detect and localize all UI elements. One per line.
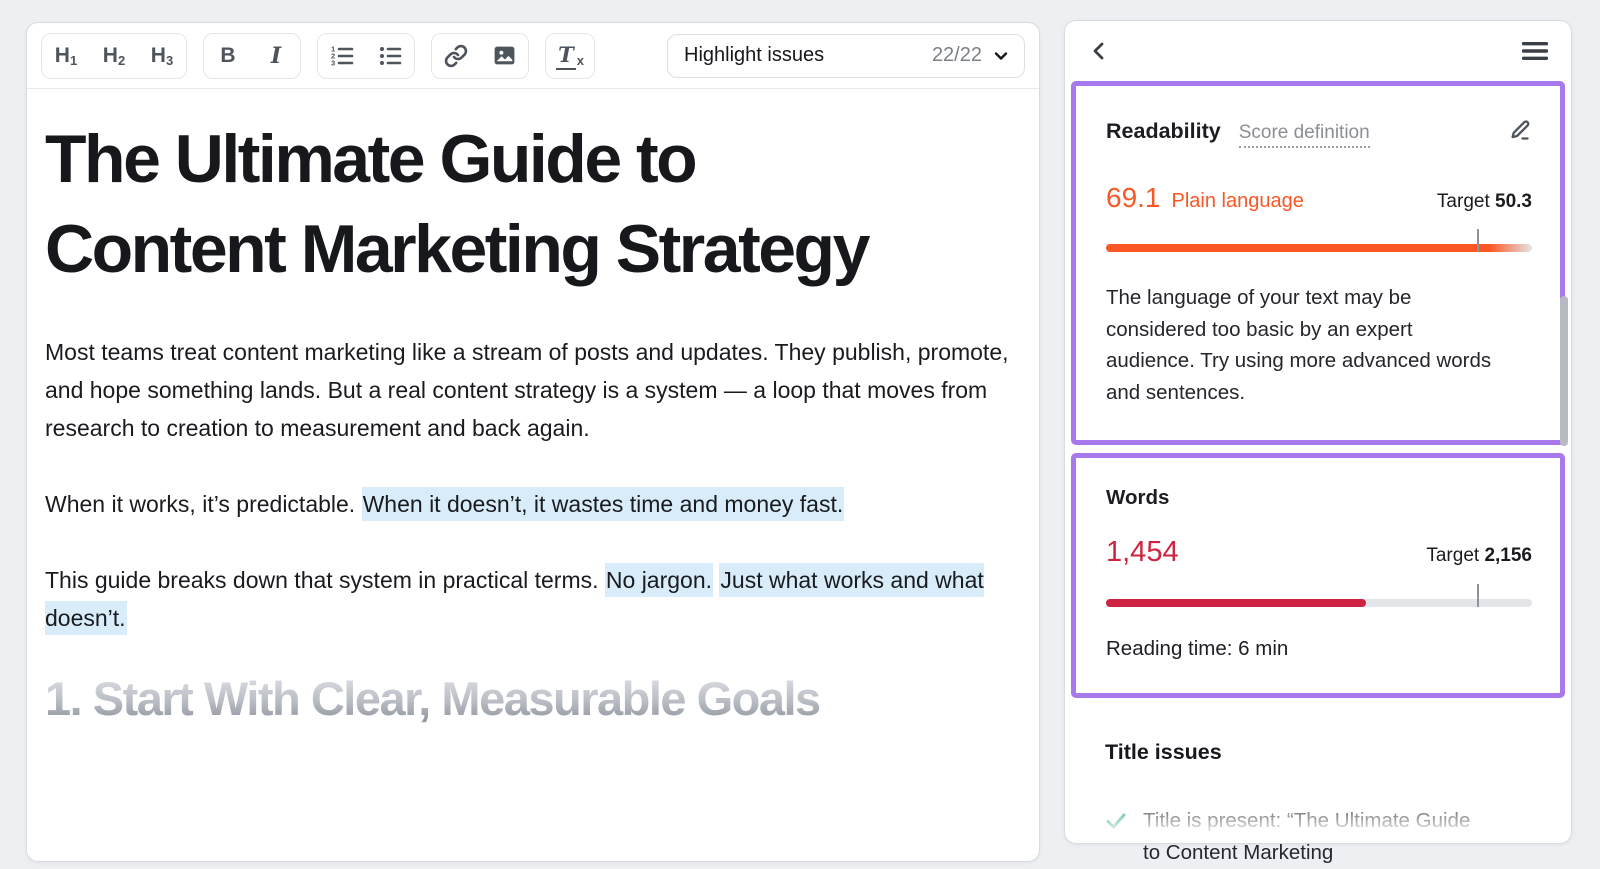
bold-button[interactable]: B <box>204 33 252 78</box>
score-definition-link[interactable]: Score definition <box>1238 122 1370 148</box>
clear-formatting-sub: x <box>576 53 584 68</box>
ordered-list-icon: 123 <box>331 44 354 67</box>
doc-paragraphs: Most teams treat content marketing like … <box>45 333 1021 637</box>
assistant-panel: Readability Score definition 69.1 Plain … <box>1064 20 1572 864</box>
readability-score-label: Plain language <box>1171 190 1304 212</box>
h2-sub: 2 <box>117 53 126 68</box>
paragraph: When it works, it’s predictable. When it… <box>45 485 1020 523</box>
target-tick <box>1476 584 1479 607</box>
title-issues-heading: Title issues <box>1105 740 1222 764</box>
panel-header <box>1065 21 1571 81</box>
editor-toolbar: H1 H2 H3 B I 123 T x Highlight issues 22… <box>27 23 1039 89</box>
document-title: The Ultimate Guide to Content Marketing … <box>45 121 870 287</box>
image-button[interactable] <box>480 33 528 78</box>
list-button-group: 123 <box>317 32 415 79</box>
insert-button-group <box>431 32 529 79</box>
menu-button[interactable] <box>1521 40 1549 62</box>
back-button[interactable] <box>1089 40 1109 62</box>
editor-card: H1 H2 H3 B I 123 T x Highlight issues 22… <box>26 22 1040 862</box>
italic-icon: I <box>270 42 282 69</box>
clear-format-group: Tx <box>545 32 595 79</box>
text-segment: Most teams treat content marketing like … <box>45 338 1009 441</box>
target-tick <box>1476 229 1479 252</box>
bold-icon: B <box>220 43 236 67</box>
words-card: Words 1,454 Target 2,156 Reading time: 6… <box>1071 453 1565 698</box>
h1-label: H <box>54 43 70 67</box>
text-segment: When it works, it’s predictable. <box>45 490 362 517</box>
heading-button-group: H1 H2 H3 <box>41 32 187 79</box>
format-button-group: B I <box>203 32 301 79</box>
bar-fill <box>1106 599 1366 607</box>
panel-scrollbar-thumb[interactable] <box>1560 296 1568 446</box>
readability-description: The language of your text may be conside… <box>1106 286 1492 404</box>
ordered-list-button[interactable]: 123 <box>318 33 366 78</box>
bullet-list-button[interactable] <box>366 33 414 78</box>
h1-button[interactable]: H1 <box>42 33 90 78</box>
readability-score: 69.1 <box>1106 182 1161 213</box>
readability-title: Readability <box>1106 119 1221 143</box>
text-segment: This guide breaks down that system in pr… <box>45 566 605 593</box>
clear-formatting-icon: T <box>556 42 576 70</box>
hamburger-icon <box>1522 42 1548 60</box>
h1-sub: 1 <box>69 53 78 68</box>
h3-sub: 3 <box>165 53 174 68</box>
words-target: Target 2,156 <box>1426 545 1532 567</box>
paragraph: This guide breaks down that system in pr… <box>45 561 1020 637</box>
document-next-heading: 1. Start With Clear, Measurable Goals <box>45 671 1021 726</box>
chevron-down-icon <box>994 51 1008 60</box>
readability-card: Readability Score definition 69.1 Plain … <box>1071 81 1565 445</box>
chevron-left-icon <box>1093 42 1104 60</box>
title-issues-section: Title issues Title is present: “The Ulti… <box>1065 706 1571 869</box>
h3-label: H <box>150 43 166 67</box>
svg-text:3: 3 <box>331 58 335 67</box>
readability-progress-bar <box>1106 229 1532 252</box>
readability-target-label: Target <box>1436 191 1490 212</box>
highlight-issues-count: 22/22 <box>931 44 982 66</box>
link-button[interactable] <box>432 33 480 78</box>
italic-button[interactable]: I <box>252 33 300 78</box>
word-count: 1,454 <box>1106 536 1179 568</box>
words-progress-bar <box>1106 584 1532 607</box>
edit-target-button[interactable] <box>1508 118 1532 142</box>
paragraph: Most teams treat content marketing like … <box>45 333 1020 447</box>
title-issue-text: Title is present: “The Ultimate Guide to… <box>1143 809 1471 864</box>
issue-highlight[interactable]: When it doesn’t, it wastes time and mone… <box>361 486 845 521</box>
reading-time: Reading time: 6 min <box>1106 637 1289 660</box>
link-icon <box>444 44 468 67</box>
clear-formatting-button[interactable]: Tx <box>546 33 594 78</box>
bullet-list-icon <box>380 46 402 65</box>
title-issue-item: Title is present: “The Ultimate Guide to… <box>1105 805 1535 869</box>
h2-label: H <box>102 43 118 67</box>
h2-button[interactable]: H2 <box>90 33 138 78</box>
highlight-issues-dropdown[interactable]: Highlight issues 22/22 <box>667 33 1025 78</box>
pencil-icon <box>1511 120 1530 140</box>
check-icon <box>1106 813 1126 829</box>
words-title: Words <box>1106 486 1170 509</box>
readability-target: Target 50.3 <box>1437 191 1532 213</box>
issue-highlight[interactable]: No jargon. <box>604 562 714 597</box>
bar-fill <box>1106 244 1532 252</box>
h3-button[interactable]: H3 <box>138 33 186 78</box>
image-icon <box>494 46 514 65</box>
highlight-issues-label: Highlight issues <box>684 44 825 66</box>
words-target-label: Target <box>1426 545 1480 566</box>
document-editing-area[interactable]: The Ultimate Guide to Content Marketing … <box>27 89 1039 726</box>
readability-target-value: 50.3 <box>1495 191 1532 212</box>
words-target-value: 2,156 <box>1484 545 1532 566</box>
